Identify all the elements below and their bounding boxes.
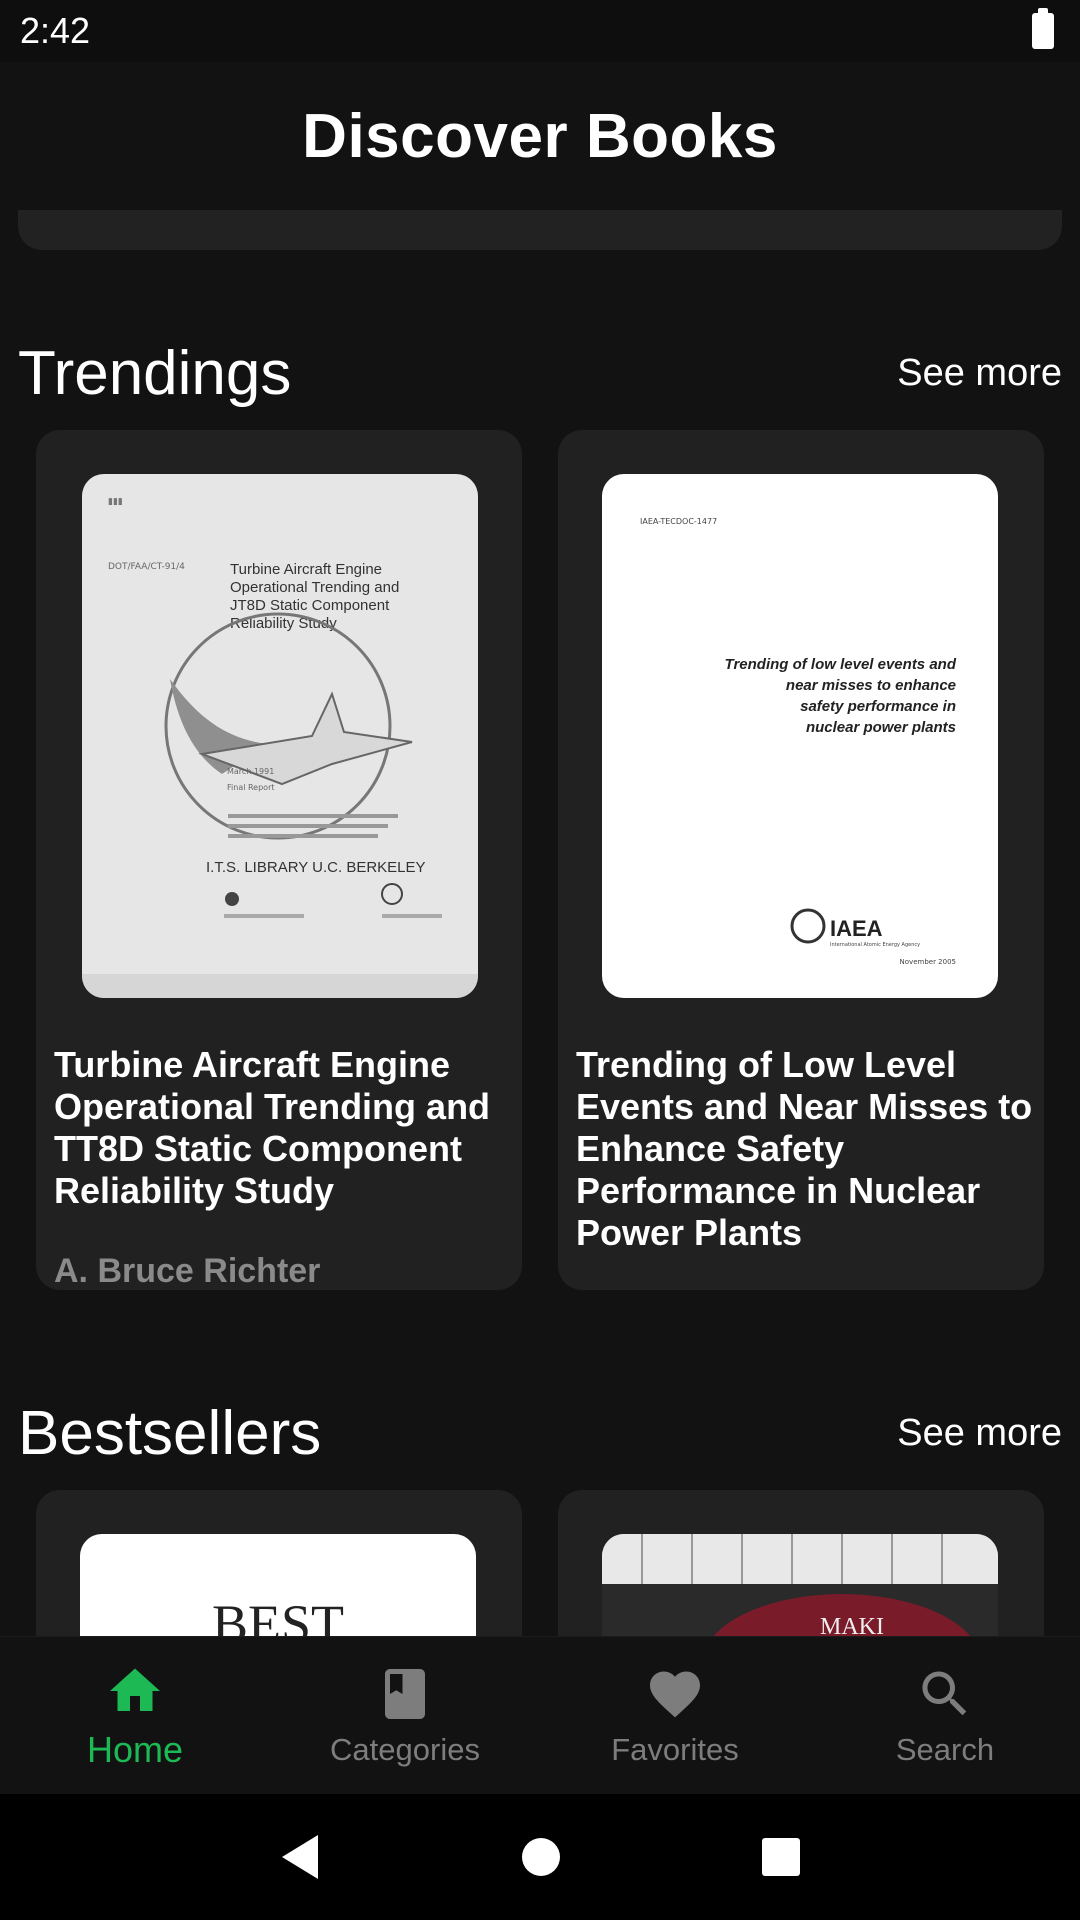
home-icon: [110, 1668, 160, 1711]
bottom-navigation: Home Categories Favorites Search: [0, 1636, 1080, 1794]
bestsellers-header: Bestsellers See more: [18, 1398, 1062, 1469]
battery-icon: [1032, 8, 1054, 49]
cover-title: MAKI: [820, 1614, 884, 1636]
book-cover: IAEA-TECDOC-1477 Trending of low level e…: [602, 474, 998, 998]
book-title: Turbine Aircraft Engine Operational Tren…: [54, 1044, 491, 1211]
nav-item-categories[interactable]: Categories: [270, 1637, 540, 1794]
search-strip[interactable]: [18, 210, 1062, 250]
nav-label: Favorites: [611, 1731, 739, 1767]
section-title-trendings: Trendings: [18, 339, 292, 408]
book-card[interactable]: ▮▮▮ DOT/FAA/CT-91/4 Turbine Aircraft Eng…: [36, 430, 522, 1290]
book-cover: ▮▮▮ DOT/FAA/CT-91/4 Turbine Aircraft Eng…: [82, 474, 478, 998]
cover-title: BEST: [212, 1594, 344, 1636]
nav-label: Search: [895, 1731, 995, 1767]
see-more-bestsellers-link[interactable]: See more: [897, 1412, 1062, 1455]
nav-label: Categories: [330, 1731, 480, 1767]
cover-title-line: JT8D Static Component: [230, 597, 390, 614]
cover-doc-id: IAEA-TECDOC-1477: [640, 517, 717, 526]
cover-library-stamp: I.T.S. LIBRARY U.C. BERKELEY: [206, 859, 426, 876]
svg-text:Final Report: Final Report: [227, 783, 275, 792]
cover-title-line: safety performance in: [800, 698, 956, 715]
see-more-trendings-link[interactable]: See more: [897, 352, 1062, 395]
heart-icon: [650, 1671, 700, 1717]
section-title-bestsellers: Bestsellers: [18, 1399, 322, 1468]
book-card[interactable]: IAEA-TECDOC-1477 Trending of low level e…: [558, 430, 1044, 1290]
nav-item-favorites[interactable]: Favorites: [540, 1637, 810, 1794]
app-bar: Discover Books: [0, 62, 1080, 210]
cover-title-line: near misses to enhance: [786, 677, 956, 694]
cover-title-line: nuclear power plants: [806, 719, 956, 736]
nav-label: Home: [86, 1728, 184, 1770]
back-icon[interactable]: [278, 1833, 322, 1881]
page-title: Discover Books: [302, 101, 778, 171]
book-icon: [385, 1668, 425, 1719]
book-author: A. Bruce Richter: [54, 1252, 321, 1290]
svg-text:▮▮▮: ▮▮▮: [108, 497, 123, 507]
book-card[interactable]: BEST: [36, 1490, 522, 1636]
cover-title-line: Trending of low level events and: [725, 656, 957, 673]
svg-text:March 1991: March 1991: [227, 767, 274, 776]
cover-date: November 2005: [900, 958, 956, 966]
nav-item-home[interactable]: Home: [0, 1637, 270, 1794]
cover-publisher-sub: International Atomic Energy Agency: [830, 942, 920, 948]
cover-title-line: Turbine Aircraft Engine: [230, 561, 382, 578]
book-title: Trending of Low Level Events and Near Mi…: [576, 1044, 1033, 1253]
home-circle-icon[interactable]: [519, 1835, 563, 1879]
nav-item-search[interactable]: Search: [810, 1637, 1080, 1794]
book-card[interactable]: MAKI: [558, 1490, 1044, 1636]
trendings-header: Trendings See more: [18, 338, 1062, 409]
svg-text:DOT/FAA/CT-91/4: DOT/FAA/CT-91/4: [108, 562, 185, 572]
book-cover: MAKI: [602, 1534, 998, 1636]
search-icon: [922, 1671, 967, 1715]
system-navigation-bar: [0, 1794, 1080, 1920]
book-cover: BEST: [80, 1534, 476, 1636]
status-time: 2:42: [20, 10, 91, 51]
cover-publisher: IAEA: [830, 916, 883, 941]
cover-title-line: Operational Trending and: [230, 579, 399, 596]
recents-icon[interactable]: [760, 1836, 802, 1878]
status-bar: 2:42: [0, 0, 1080, 62]
